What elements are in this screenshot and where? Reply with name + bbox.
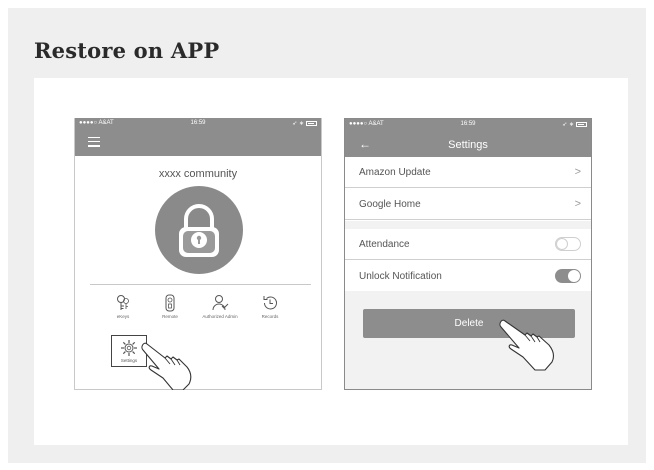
divider (75, 389, 321, 390)
authorized-admin-button[interactable]: Authorized Admin (200, 294, 240, 319)
admin-label: Authorized Admin (202, 314, 238, 319)
ekeys-button[interactable]: eKeys (103, 294, 143, 319)
chevron-right-icon: > (574, 198, 581, 210)
phone-settings-screen: ●●●●○ A&AT 16:59 ➶ ∗ ← Settings Amazon U… (344, 118, 592, 390)
pointing-hand-icon (499, 319, 554, 371)
status-bar: ●●●●○ A&AT 16:59 ➶ ∗ (345, 119, 591, 131)
chevron-right-icon: > (574, 166, 581, 178)
nav-bar: ← Settings (345, 131, 591, 157)
page-background: Restore on APP ●●●●○ A&AT 16:59 ➶ ∗ xxxx… (8, 8, 646, 463)
padlock-icon (179, 204, 219, 257)
phone-home-screen: ●●●●○ A&AT 16:59 ➶ ∗ xxxx community eKey… (74, 118, 322, 390)
attendance-toggle[interactable] (555, 237, 581, 251)
status-time: 16:59 (190, 120, 206, 126)
gear-icon (121, 340, 137, 356)
remote-button[interactable]: Remote (150, 294, 190, 319)
key-icon (117, 295, 129, 310)
amazon-update-row[interactable]: Amazon Update > (345, 157, 591, 188)
community-name: xxxx community (158, 168, 238, 180)
delete-label: Delete (454, 318, 484, 329)
content-card: ●●●●○ A&AT 16:59 ➶ ∗ xxxx community eKey… (34, 78, 628, 445)
google-home-label: Google Home (359, 198, 421, 210)
battery-icon: ➶ ∗ (562, 121, 587, 128)
section-gap (345, 221, 591, 229)
nav-bar (75, 130, 321, 156)
google-home-row[interactable]: Google Home > (345, 189, 591, 220)
unlock-notification-toggle[interactable] (555, 269, 581, 283)
nav-title: Settings (448, 139, 488, 151)
divider (90, 284, 311, 285)
status-bar: ●●●●○ A&AT 16:59 ➶ ∗ (75, 118, 321, 130)
remote-icon (165, 294, 175, 312)
attendance-label: Attendance (359, 238, 410, 250)
unlock-notification-label: Unlock Notification (359, 270, 442, 282)
attendance-row: Attendance (345, 229, 591, 260)
ekeys-label: eKeys (116, 314, 130, 319)
records-icon (263, 296, 277, 310)
records-label: Records (261, 314, 279, 319)
hamburger-menu-icon[interactable] (88, 137, 100, 147)
remote-label: Remote (162, 314, 178, 319)
page-title: Restore on APP (34, 38, 220, 63)
status-time: 16:59 (460, 121, 476, 127)
unlock-button[interactable] (155, 186, 243, 274)
admin-icon (212, 295, 229, 311)
pointing-hand-icon (141, 342, 192, 390)
records-button[interactable]: Records (250, 294, 290, 319)
unlock-notification-row: Unlock Notification (345, 261, 591, 292)
battery-icon: ➶ ∗ (292, 120, 317, 127)
amazon-update-label: Amazon Update (359, 166, 431, 178)
